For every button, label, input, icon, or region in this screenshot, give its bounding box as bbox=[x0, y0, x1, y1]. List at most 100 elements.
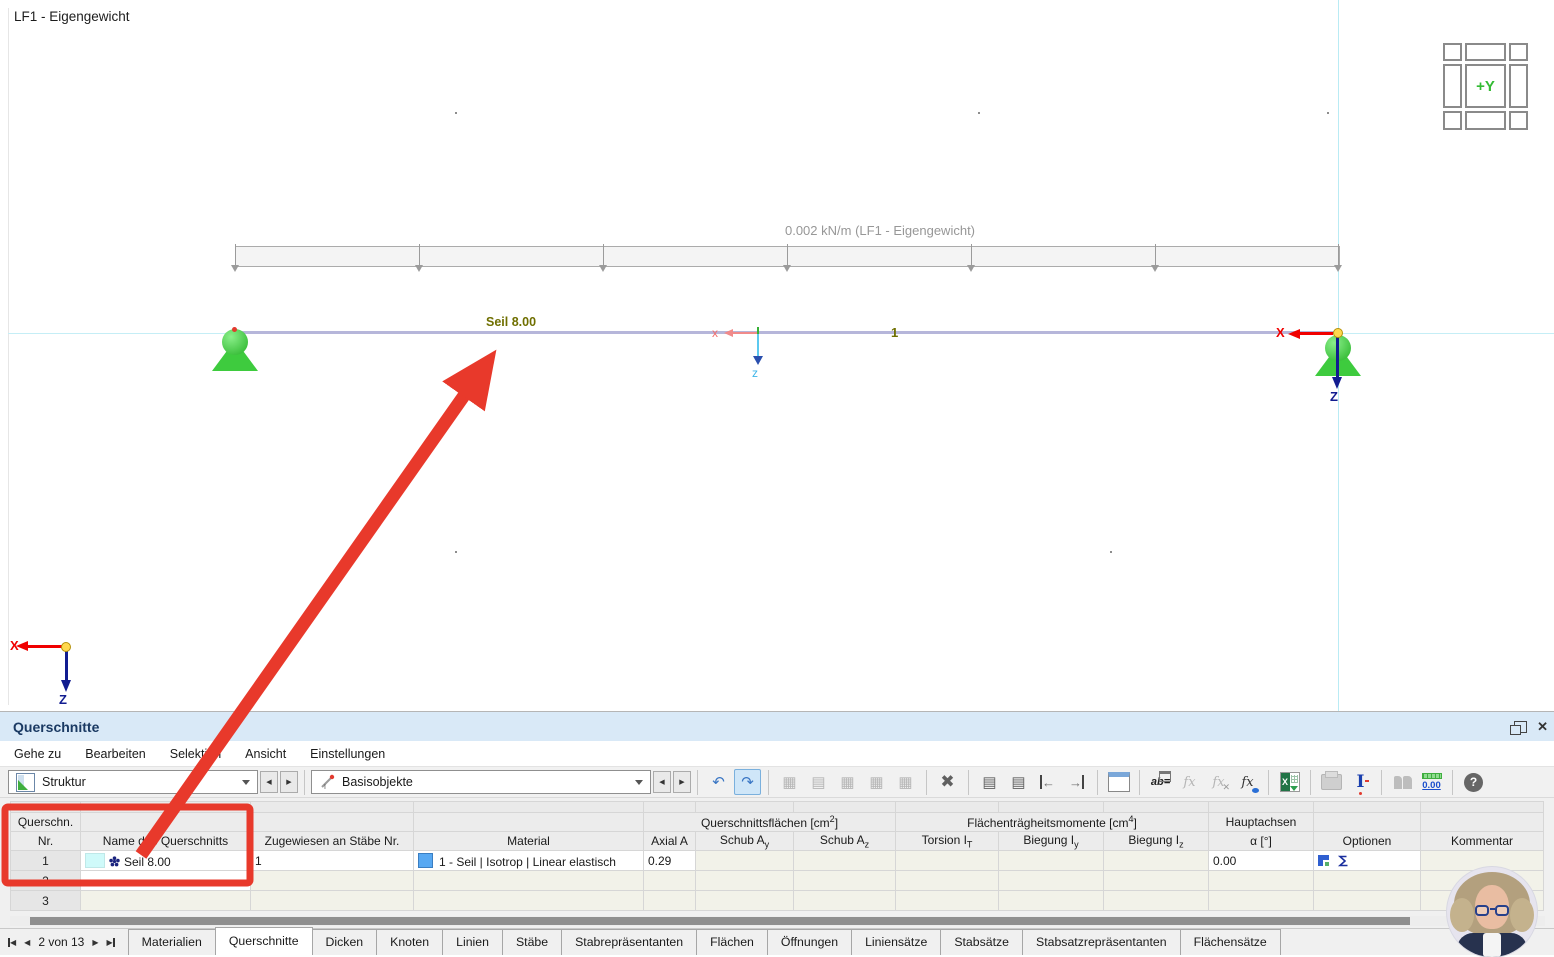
table-options-icon[interactable]: ▦ bbox=[892, 769, 919, 795]
view-cell[interactable] bbox=[1443, 64, 1462, 108]
view-cell[interactable] bbox=[1509, 64, 1528, 108]
section-editor-button[interactable]: I bbox=[1347, 769, 1374, 795]
view-cell-current[interactable]: +Y bbox=[1465, 64, 1506, 108]
assigned-members-cell[interactable]: 1 bbox=[251, 851, 414, 871]
move-row-button[interactable]: → bbox=[1063, 769, 1090, 795]
tab-querschnitte[interactable]: Querschnitte bbox=[215, 927, 313, 955]
bending-iz-cell[interactable] bbox=[1104, 851, 1209, 871]
tab-flaechen[interactable]: Flächen bbox=[696, 929, 768, 955]
global-origin-node bbox=[61, 642, 71, 652]
last-table-button[interactable]: ▶ bbox=[107, 938, 115, 947]
avatar-glasses-icon bbox=[1475, 905, 1489, 916]
row-number-cell[interactable]: 2 bbox=[11, 871, 81, 891]
tab-knoten[interactable]: Knoten bbox=[376, 929, 443, 955]
tab-staebe[interactable]: Stäbe bbox=[502, 929, 562, 955]
view-cell[interactable] bbox=[1509, 111, 1528, 130]
table-add-icon[interactable]: ▦ bbox=[834, 769, 861, 795]
tab-flaechensaetze[interactable]: Flächensätze bbox=[1180, 929, 1281, 955]
jump-forward-button[interactable]: ↷ bbox=[734, 769, 761, 795]
tab-stabsatzrepraesentanten[interactable]: Stabsatzrepräsentanten bbox=[1022, 929, 1181, 955]
table-chart-icon[interactable]: ▤ bbox=[805, 769, 832, 795]
grid-dot bbox=[455, 551, 457, 553]
view-cell[interactable] bbox=[1509, 43, 1528, 61]
basic-objects-combobox[interactable]: I Basisobjekte bbox=[311, 770, 651, 794]
section-symbol-icon[interactable] bbox=[1337, 855, 1349, 867]
table-view-icon[interactable]: ▦ bbox=[776, 769, 803, 795]
menu-ansicht[interactable]: Ansicht bbox=[245, 747, 286, 761]
bending-iy-cell[interactable] bbox=[999, 851, 1104, 871]
menu-einstellungen[interactable]: Einstellungen bbox=[310, 747, 385, 761]
tab-dicken[interactable]: Dicken bbox=[312, 929, 378, 955]
view-cell[interactable] bbox=[1465, 43, 1506, 61]
objects-prev-button[interactable]: ◀ bbox=[653, 771, 671, 793]
menu-selektion[interactable]: Selektion bbox=[170, 747, 221, 761]
next-table-button[interactable]: ▶ bbox=[92, 938, 98, 947]
close-panel-icon[interactable]: ✕ bbox=[1537, 719, 1548, 735]
assistant-avatar[interactable] bbox=[1447, 867, 1537, 957]
options-cell[interactable] bbox=[1314, 851, 1421, 871]
load-arrow-icon bbox=[967, 243, 976, 273]
horizontal-scrollbar[interactable] bbox=[10, 916, 1545, 926]
node-left[interactable] bbox=[232, 327, 237, 332]
col-nr-line2: Nr. bbox=[11, 832, 81, 851]
close-all-tables-button[interactable]: ✖ bbox=[934, 769, 961, 795]
view-cell[interactable] bbox=[1443, 111, 1462, 130]
load-value-label: 0.002 kN/m (LF1 - Eigengewicht) bbox=[690, 223, 1070, 238]
table-header-toggle-button[interactable] bbox=[1105, 769, 1132, 795]
structure-next-button[interactable]: ▶ bbox=[280, 771, 298, 793]
help-button[interactable]: ? bbox=[1460, 769, 1487, 795]
rename-button[interactable]: ab= bbox=[1147, 769, 1174, 795]
formula-delete-button[interactable]: fx✕ bbox=[1205, 769, 1232, 795]
prev-table-button[interactable]: ◀ bbox=[24, 938, 30, 947]
formula-show-button[interactable]: fx bbox=[1234, 769, 1261, 795]
material-cell[interactable]: 1 - Seil | Isotrop | Linear elastisch bbox=[414, 851, 644, 871]
jump-back-button[interactable]: ↶ bbox=[705, 769, 732, 795]
tab-stabsaetze[interactable]: Stabsätze bbox=[940, 929, 1023, 955]
view-navigator[interactable]: +Y bbox=[1443, 43, 1528, 130]
structure-prev-button[interactable]: ◀ bbox=[260, 771, 278, 793]
delete-row-button[interactable]: ▤ bbox=[1005, 769, 1032, 795]
print-button[interactable] bbox=[1318, 769, 1345, 795]
scrollbar-thumb[interactable] bbox=[30, 917, 1410, 925]
node-right[interactable] bbox=[1333, 328, 1343, 338]
library-button[interactable] bbox=[1389, 769, 1416, 795]
col-torsion: Torsion IT bbox=[896, 832, 999, 851]
load-case-title: LF1 - Eigengewicht bbox=[14, 9, 130, 24]
group-areas: Querschnittsflächen [cm2] bbox=[644, 813, 896, 832]
row-number-cell[interactable]: 1 bbox=[11, 851, 81, 871]
cable-member[interactable] bbox=[235, 331, 1339, 334]
menu-gehe-zu[interactable]: Gehe zu bbox=[14, 747, 61, 761]
tab-liniensaetze[interactable]: Liniensätze bbox=[851, 929, 941, 955]
support-z-label: Z bbox=[1330, 389, 1338, 404]
formula-button[interactable]: fx bbox=[1176, 769, 1203, 795]
tab-linien[interactable]: Linien bbox=[442, 929, 503, 955]
copy-row-button[interactable]: ▤ bbox=[976, 769, 1003, 795]
first-table-button[interactable]: ◀ bbox=[8, 938, 16, 947]
separator bbox=[768, 770, 769, 795]
menu-bearbeiten[interactable]: Bearbeiten bbox=[85, 747, 145, 761]
table-remove-icon[interactable]: ▦ bbox=[863, 769, 890, 795]
float-panel-icon[interactable] bbox=[1514, 721, 1527, 733]
tab-stabrepraesentanten[interactable]: Stabrepräsentanten bbox=[561, 929, 697, 955]
excel-export-button[interactable]: X bbox=[1276, 769, 1303, 795]
tab-oeffnungen[interactable]: Öffnungen bbox=[767, 929, 852, 955]
library-icon bbox=[1394, 776, 1412, 789]
thin-walled-option-icon[interactable] bbox=[1318, 855, 1329, 866]
tab-materialien[interactable]: Materialien bbox=[128, 929, 216, 955]
units-button[interactable]: 0.00 bbox=[1418, 769, 1445, 795]
objects-next-button[interactable]: ▶ bbox=[673, 771, 691, 793]
torsion-cell[interactable] bbox=[896, 851, 999, 871]
shear-az-cell[interactable] bbox=[794, 851, 896, 871]
alpha-cell[interactable]: 0.00 bbox=[1209, 851, 1314, 871]
section-name-cell[interactable]: Seil 8.00 bbox=[81, 851, 251, 871]
col-axial: Axial A bbox=[644, 832, 696, 851]
insert-row-button[interactable]: ← bbox=[1034, 769, 1061, 795]
global-x-label: X bbox=[10, 638, 19, 653]
structure-combobox[interactable]: Struktur bbox=[8, 770, 258, 794]
shear-ay-cell[interactable] bbox=[696, 851, 794, 871]
model-viewport[interactable]: LF1 - Eigengewicht 0.002 kN/m (LF1 - Eig… bbox=[0, 0, 1554, 711]
view-cell[interactable] bbox=[1465, 111, 1506, 130]
row-number-cell[interactable]: 3 bbox=[11, 891, 81, 911]
view-cell[interactable] bbox=[1443, 43, 1462, 61]
axial-area-cell[interactable]: 0.29 bbox=[644, 851, 696, 871]
